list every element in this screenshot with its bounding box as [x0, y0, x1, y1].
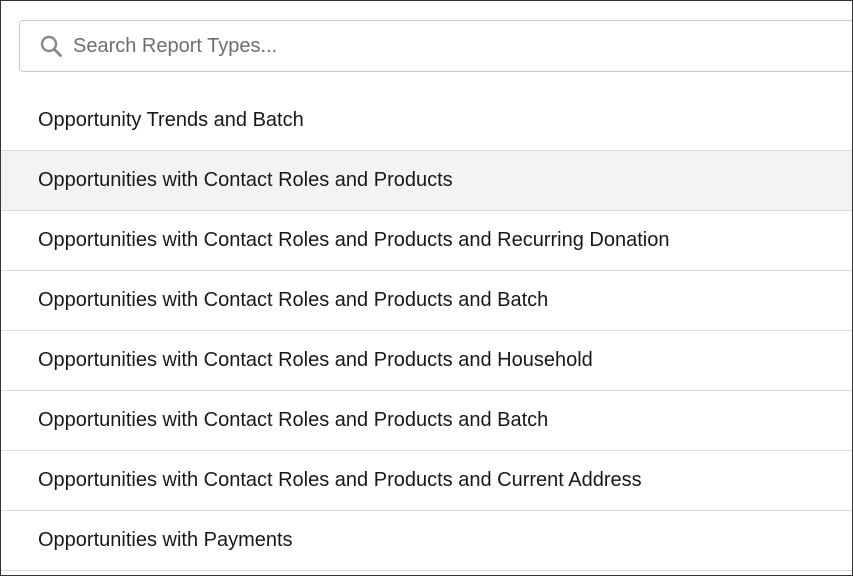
- search-input[interactable]: [73, 34, 773, 58]
- list-item[interactable]: Opportunities with Contact Roles and Pro…: [1, 451, 852, 511]
- list-item[interactable]: Opportunities with Contact Roles and Pro…: [1, 211, 852, 271]
- list-item[interactable]: Opportunities with Contact Roles and Pro…: [1, 271, 852, 331]
- list-item[interactable]: Opportunities with Contact Roles and Pro…: [1, 151, 852, 211]
- list-item-label: Opportunity Trends and Batch: [38, 108, 304, 131]
- list-item-label: Opportunities with Contact Roles and Pro…: [38, 409, 549, 431]
- list-item-label: Opportunities with Contact Roles and Pro…: [38, 169, 453, 191]
- list-item[interactable]: Opportunities with Contact Roles and Pro…: [1, 391, 852, 451]
- list-item-label: Opportunities with Payments: [38, 529, 293, 551]
- report-type-picker: Opportunity Trends and Batch Opportuniti…: [0, 0, 853, 576]
- report-type-list: Opportunity Trends and Batch Opportuniti…: [1, 90, 852, 571]
- list-item-label: Opportunities with Contact Roles and Pro…: [38, 229, 670, 251]
- list-item[interactable]: Opportunities with Contact Roles and Pro…: [1, 331, 852, 391]
- list-item[interactable]: Opportunity Trends and Batch: [1, 90, 852, 151]
- list-item[interactable]: Opportunities with Payments: [1, 511, 852, 571]
- list-item-label: Opportunities with Contact Roles and Pro…: [38, 289, 549, 311]
- list-item-label: Opportunities with Contact Roles and Pro…: [38, 469, 642, 491]
- search-box[interactable]: [19, 20, 852, 72]
- search-icon: [38, 33, 64, 59]
- list-item-label: Opportunities with Contact Roles and Pro…: [38, 349, 593, 371]
